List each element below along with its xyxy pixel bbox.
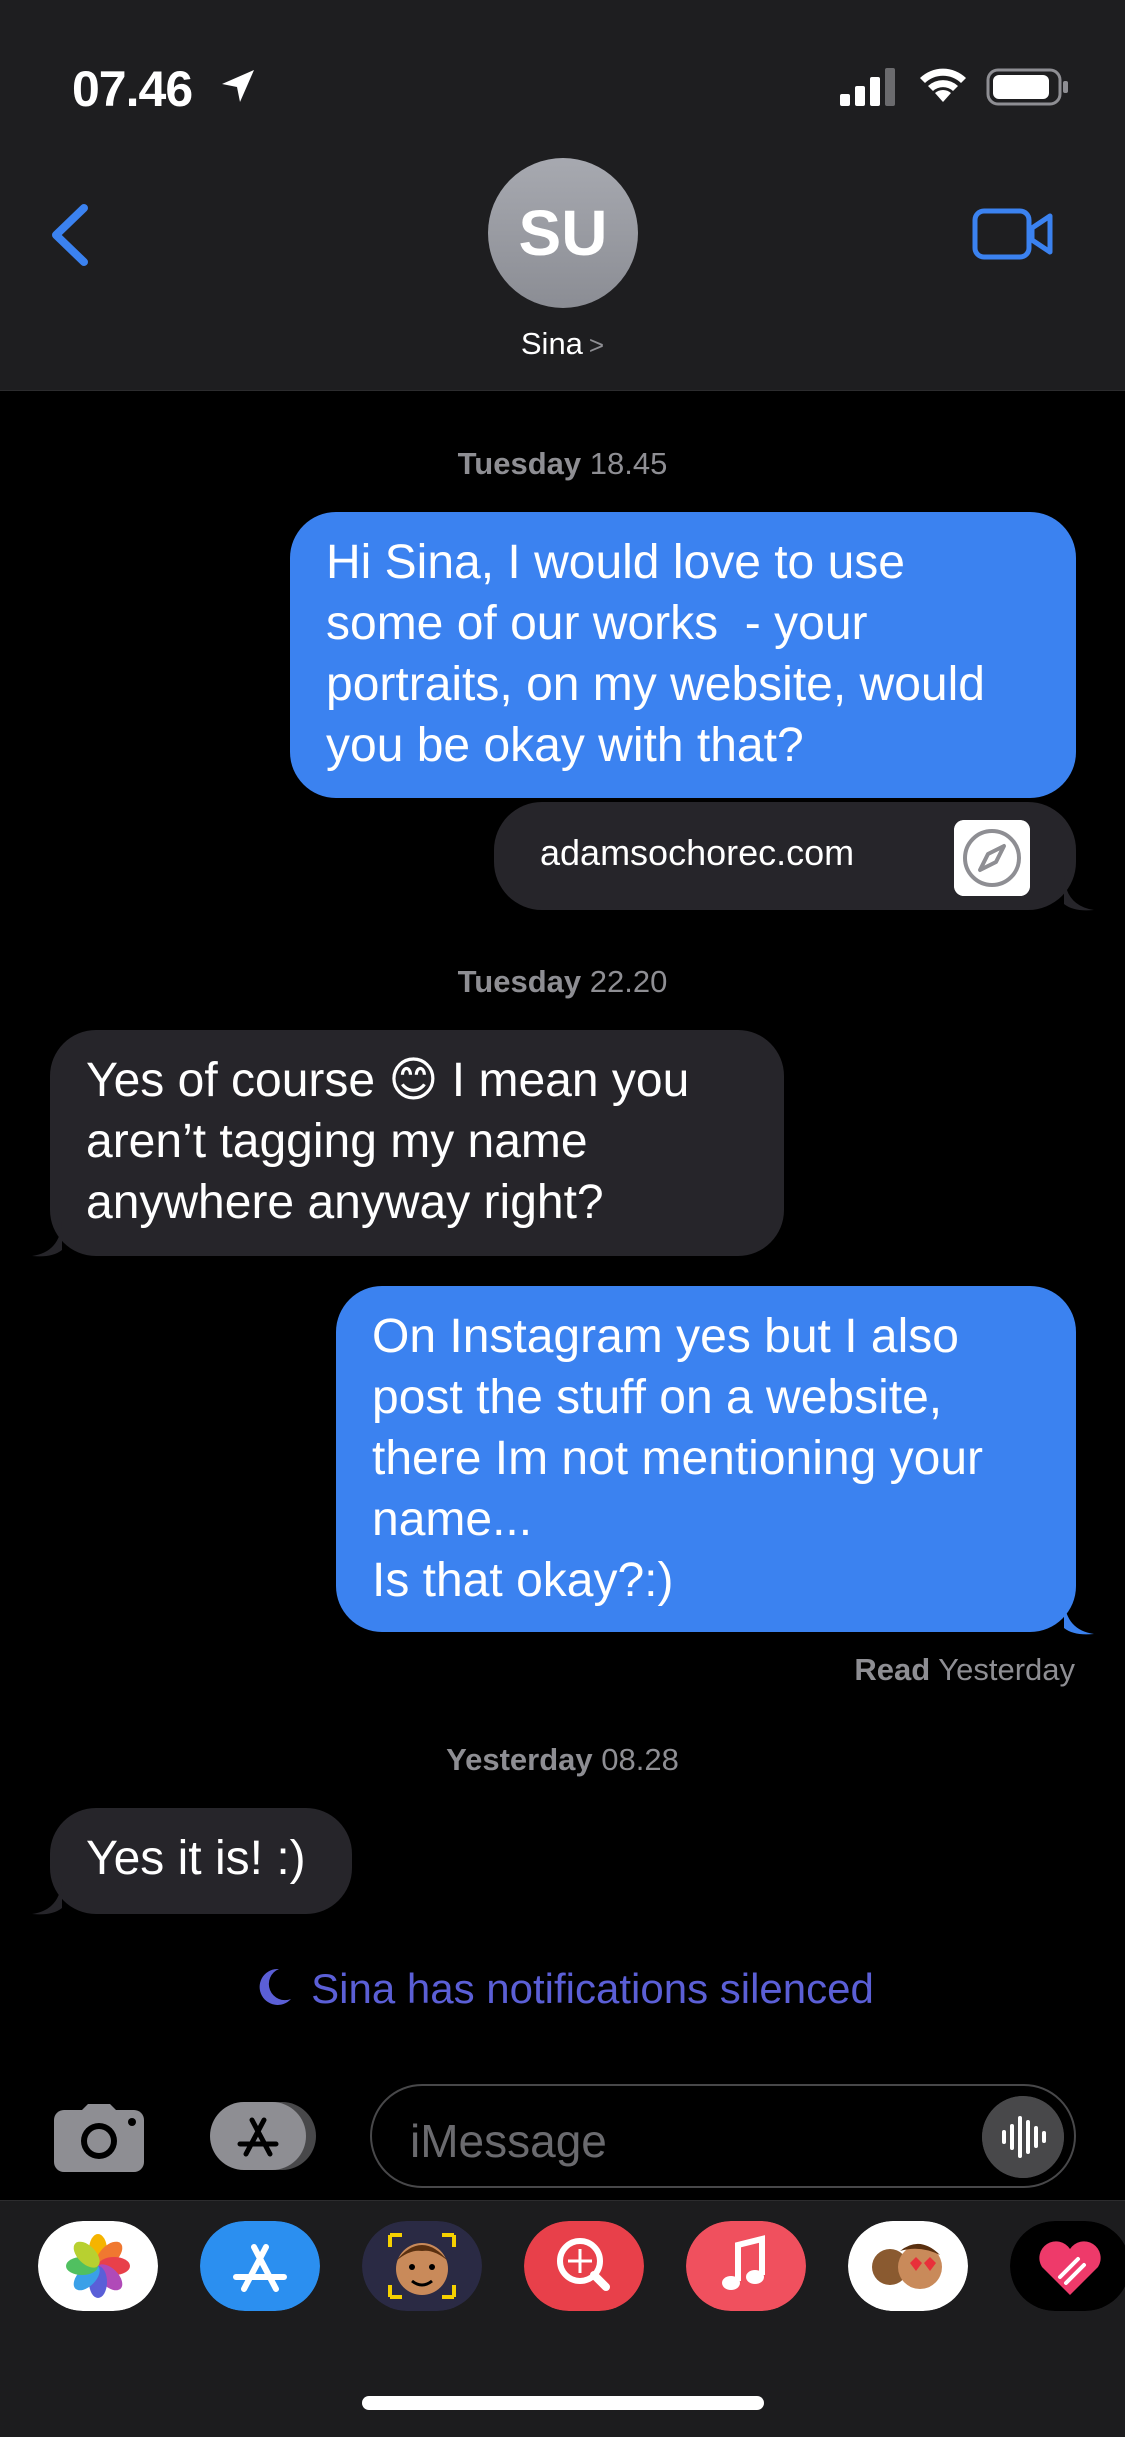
incoming-message-2[interactable]: Yes it is! :) xyxy=(50,1808,352,1914)
outgoing-message-2[interactable]: On Instagram yes but I also post the stu… xyxy=(336,1286,1076,1632)
read-receipt: Read Yesterday xyxy=(854,1652,1075,1688)
contact-name-label: Sina xyxy=(520,326,583,361)
timestamp-day: Tuesday xyxy=(457,446,582,481)
timestamp-time: 18.45 xyxy=(589,446,668,481)
photos-icon[interactable] xyxy=(38,2221,158,2311)
input-placeholder: iMessage xyxy=(410,2115,607,2167)
imessage-input[interactable]: iMessage xyxy=(370,2084,1076,2188)
timestamp-time: 08.28 xyxy=(601,1742,679,1777)
read-label: Read xyxy=(854,1652,931,1687)
camera-icon[interactable] xyxy=(52,2102,146,2174)
video-call-icon[interactable] xyxy=(972,206,1054,262)
back-chevron-icon[interactable] xyxy=(44,200,94,270)
incoming-message-1[interactable]: Yes of course 😊 I mean you aren’t taggin… xyxy=(50,1030,784,1256)
notifications-silenced-notice: Sina has notifications silenced xyxy=(0,1965,1125,2013)
music-icon[interactable] xyxy=(686,2221,806,2311)
status-time: 07.46 xyxy=(72,61,193,117)
app-store-icon[interactable] xyxy=(200,2221,320,2311)
battery-icon xyxy=(986,68,1068,106)
conversation-header: 07.46 SU Sina > xyxy=(0,0,1125,391)
bubble-tail xyxy=(1064,1600,1094,1635)
bubble-tail xyxy=(1064,876,1094,911)
timestamp-day: Yesterday xyxy=(446,1742,593,1777)
web-search-icon[interactable] xyxy=(524,2221,644,2311)
memoji-icon[interactable] xyxy=(362,2221,482,2311)
timestamp: Tuesday 22.20 xyxy=(0,964,1125,1000)
timestamp-day: Tuesday xyxy=(457,964,582,999)
digital-touch-icon[interactable] xyxy=(1010,2221,1125,2311)
chevron-right-icon: > xyxy=(588,330,605,360)
app-store-button-icon[interactable] xyxy=(208,2100,318,2172)
moon-icon xyxy=(259,1968,292,2005)
wifi-icon xyxy=(920,68,966,102)
bubble-tail xyxy=(32,1880,62,1915)
safari-compass-icon xyxy=(954,820,1030,896)
home-indicator[interactable] xyxy=(362,2396,764,2410)
location-arrow-icon xyxy=(222,70,254,102)
audio-waveform-icon[interactable] xyxy=(982,2096,1064,2178)
read-when: Yesterday xyxy=(938,1652,1075,1687)
contact-avatar[interactable]: SU xyxy=(488,158,638,308)
timestamp: Yesterday 08.28 xyxy=(0,1742,1125,1778)
memoji-stickers-icon[interactable] xyxy=(848,2221,968,2311)
bubble-tail xyxy=(32,1222,62,1257)
cellular-signal-icon xyxy=(840,68,895,106)
link-preview[interactable]: adamsochorec.com xyxy=(494,802,1076,910)
link-preview-url: adamsochorec.com xyxy=(540,832,855,873)
outgoing-message-1[interactable]: Hi Sina, I would love to use some of our… xyxy=(290,512,1076,798)
timestamp: Tuesday 18.45 xyxy=(0,446,1125,482)
contact-name[interactable]: Sina > xyxy=(0,326,1125,362)
timestamp-time: 22.20 xyxy=(589,964,668,999)
silenced-text: Sina has notifications silenced xyxy=(311,1965,874,2012)
